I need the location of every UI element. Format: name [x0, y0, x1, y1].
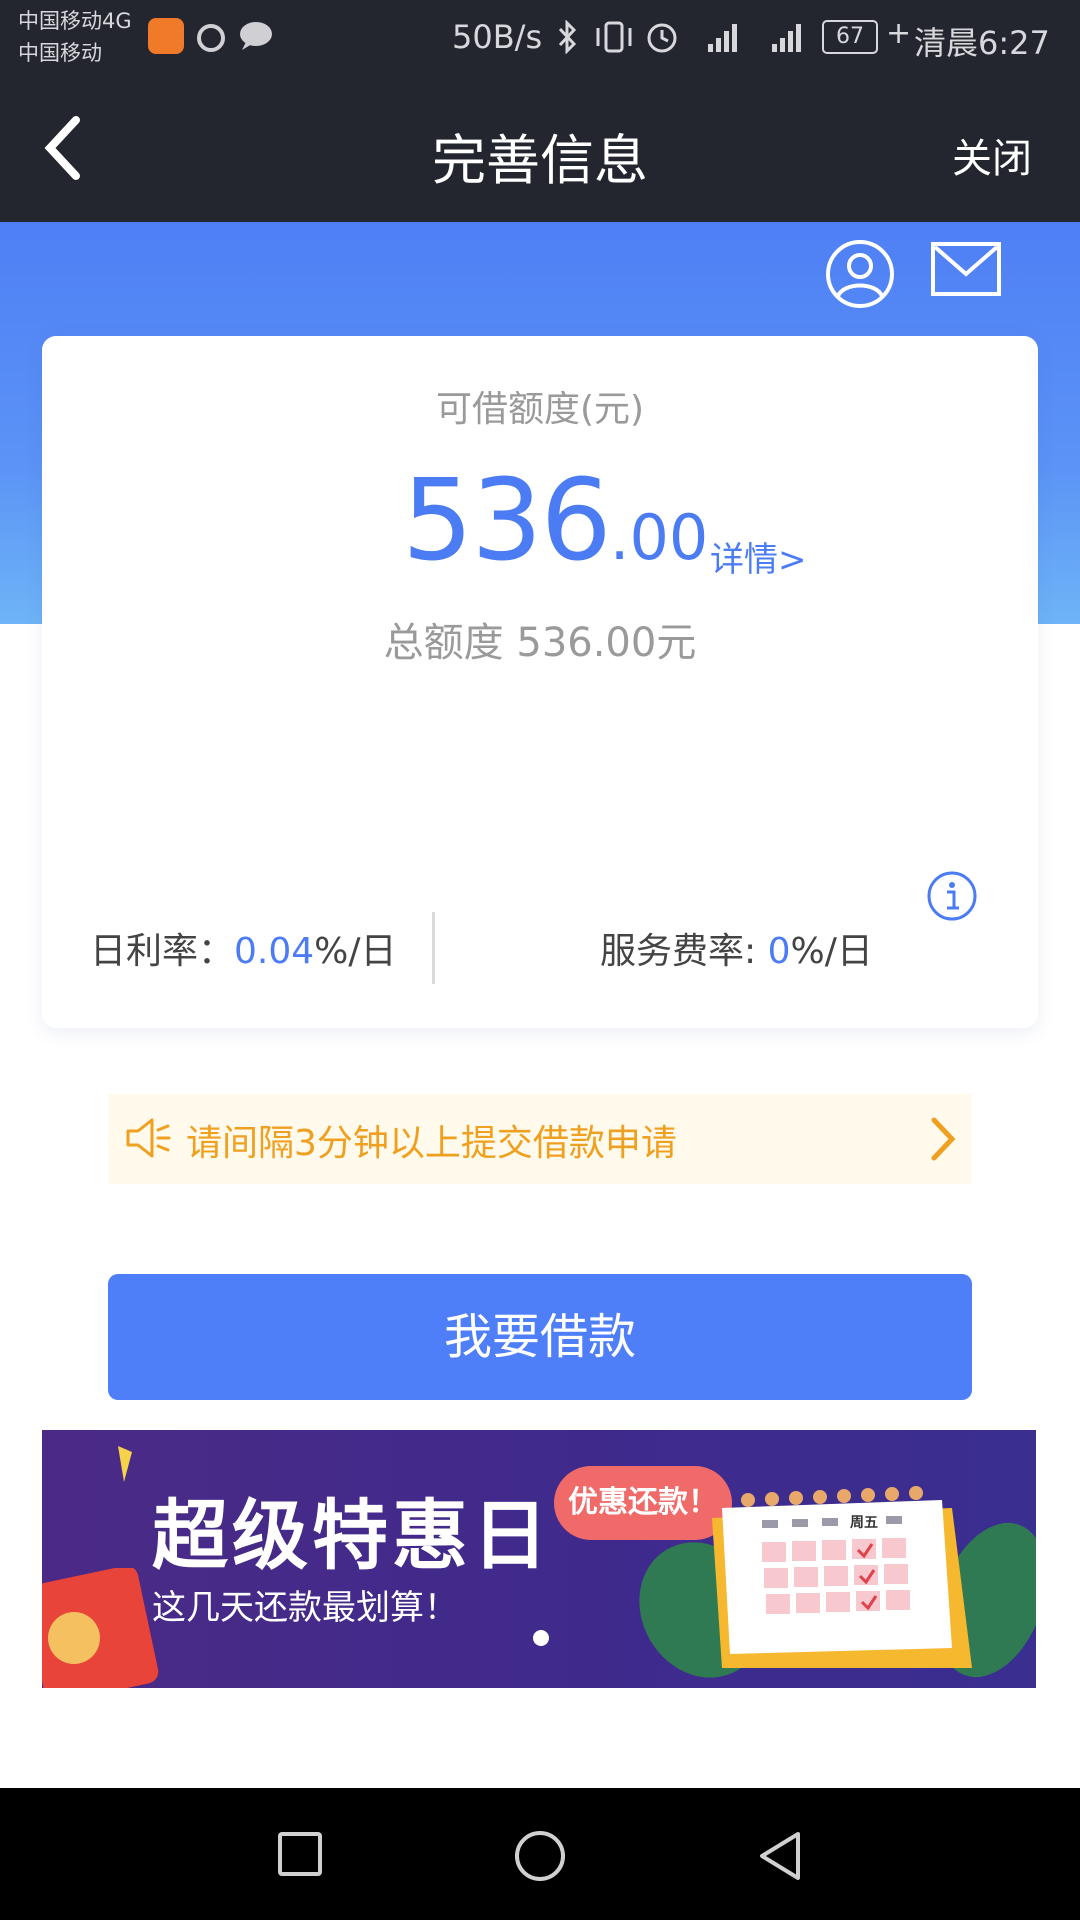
- alarm-icon: [647, 23, 677, 53]
- service-rate: 服务费率: 0%/日: [600, 922, 873, 974]
- charging-plus-icon: +: [886, 16, 912, 51]
- service-rate-unit: %/日: [790, 931, 873, 972]
- notice-text: 请间隔3分钟以上提交借款申请: [186, 1123, 677, 1164]
- home-icon[interactable]: [512, 1828, 568, 1884]
- chat-icon: [240, 22, 272, 50]
- total-credit: 总额度 536.00元: [383, 620, 697, 666]
- borrow-button[interactable]: 我要借款: [108, 1274, 972, 1400]
- carrier-primary: 中国移动4G: [18, 9, 132, 33]
- notice-bar[interactable]: 请间隔3分钟以上提交借款申请: [108, 1094, 972, 1184]
- daily-rate: 日利率：0.04%/日: [90, 922, 397, 974]
- banner-subtitle: 这几天还款最划算！: [152, 1588, 458, 1628]
- calendar-icon: [712, 1486, 972, 1668]
- calendar-illustration: 周五: [702, 1478, 992, 1678]
- daily-rate-label: 日利率：: [90, 931, 235, 972]
- available-credit-label: 可借额度(元): [435, 389, 645, 430]
- status-bar: 中国移动4G 中国移动 50B/s 67 + 清晨6:27: [0, 0, 1080, 72]
- available-amount: 536.00: [402, 456, 708, 586]
- battery-icon: 67: [822, 20, 878, 54]
- confetti-icon: [118, 1446, 132, 1482]
- squirrel-icon: [197, 24, 225, 52]
- signal-g-icon: [772, 24, 801, 52]
- carrier-secondary: 中国移动: [18, 41, 102, 65]
- banner-title: 超级特惠日: [152, 1491, 552, 1580]
- chevron-right-icon: [931, 1117, 956, 1161]
- service-rate-label: 服务费率:: [600, 931, 768, 972]
- recent-apps-icon[interactable]: [276, 1830, 324, 1878]
- service-rate-value: 0: [767, 931, 791, 972]
- credit-card: 可借额度(元) 536.00 详情> 总额度 536.00元 日利率：0.04%…: [42, 336, 1038, 1028]
- detail-link[interactable]: 详情>: [710, 532, 807, 581]
- calendar-day-label: 周五: [850, 1515, 878, 1531]
- amount-integer: 536: [402, 456, 612, 586]
- carousel-indicator[interactable]: [533, 1630, 549, 1646]
- promo-banner[interactable]: 超级特惠日 这几天还款最划算！ 优惠还款！ 周五: [42, 1430, 1036, 1688]
- mail-icon[interactable]: [930, 240, 1002, 300]
- network-speed: 50B/s: [452, 18, 543, 56]
- amount-decimal: .00: [609, 501, 709, 574]
- daily-rate-value: 0.04: [234, 931, 315, 972]
- signal-4g-icon: [708, 24, 737, 52]
- user-profile-icon[interactable]: [824, 238, 896, 310]
- nav-bar: 完善信息 关闭: [0, 72, 1080, 222]
- page-title: 完善信息: [432, 129, 648, 192]
- uc-browser-icon: [148, 18, 184, 54]
- speaker-icon: [126, 1118, 171, 1158]
- bluetooth-icon: [558, 20, 577, 54]
- info-icon[interactable]: [926, 870, 978, 922]
- rate-divider: [432, 912, 435, 984]
- clock: 清晨6:27: [914, 24, 1050, 62]
- battery-level: 67: [836, 24, 864, 49]
- system-nav-bar: [0, 1788, 1080, 1920]
- back-icon[interactable]: [754, 1828, 806, 1884]
- close-button[interactable]: 关闭: [952, 126, 1032, 184]
- red-envelope-icon: [42, 1568, 159, 1688]
- daily-rate-unit: %/日: [314, 931, 397, 972]
- vibrate-icon: [596, 21, 632, 53]
